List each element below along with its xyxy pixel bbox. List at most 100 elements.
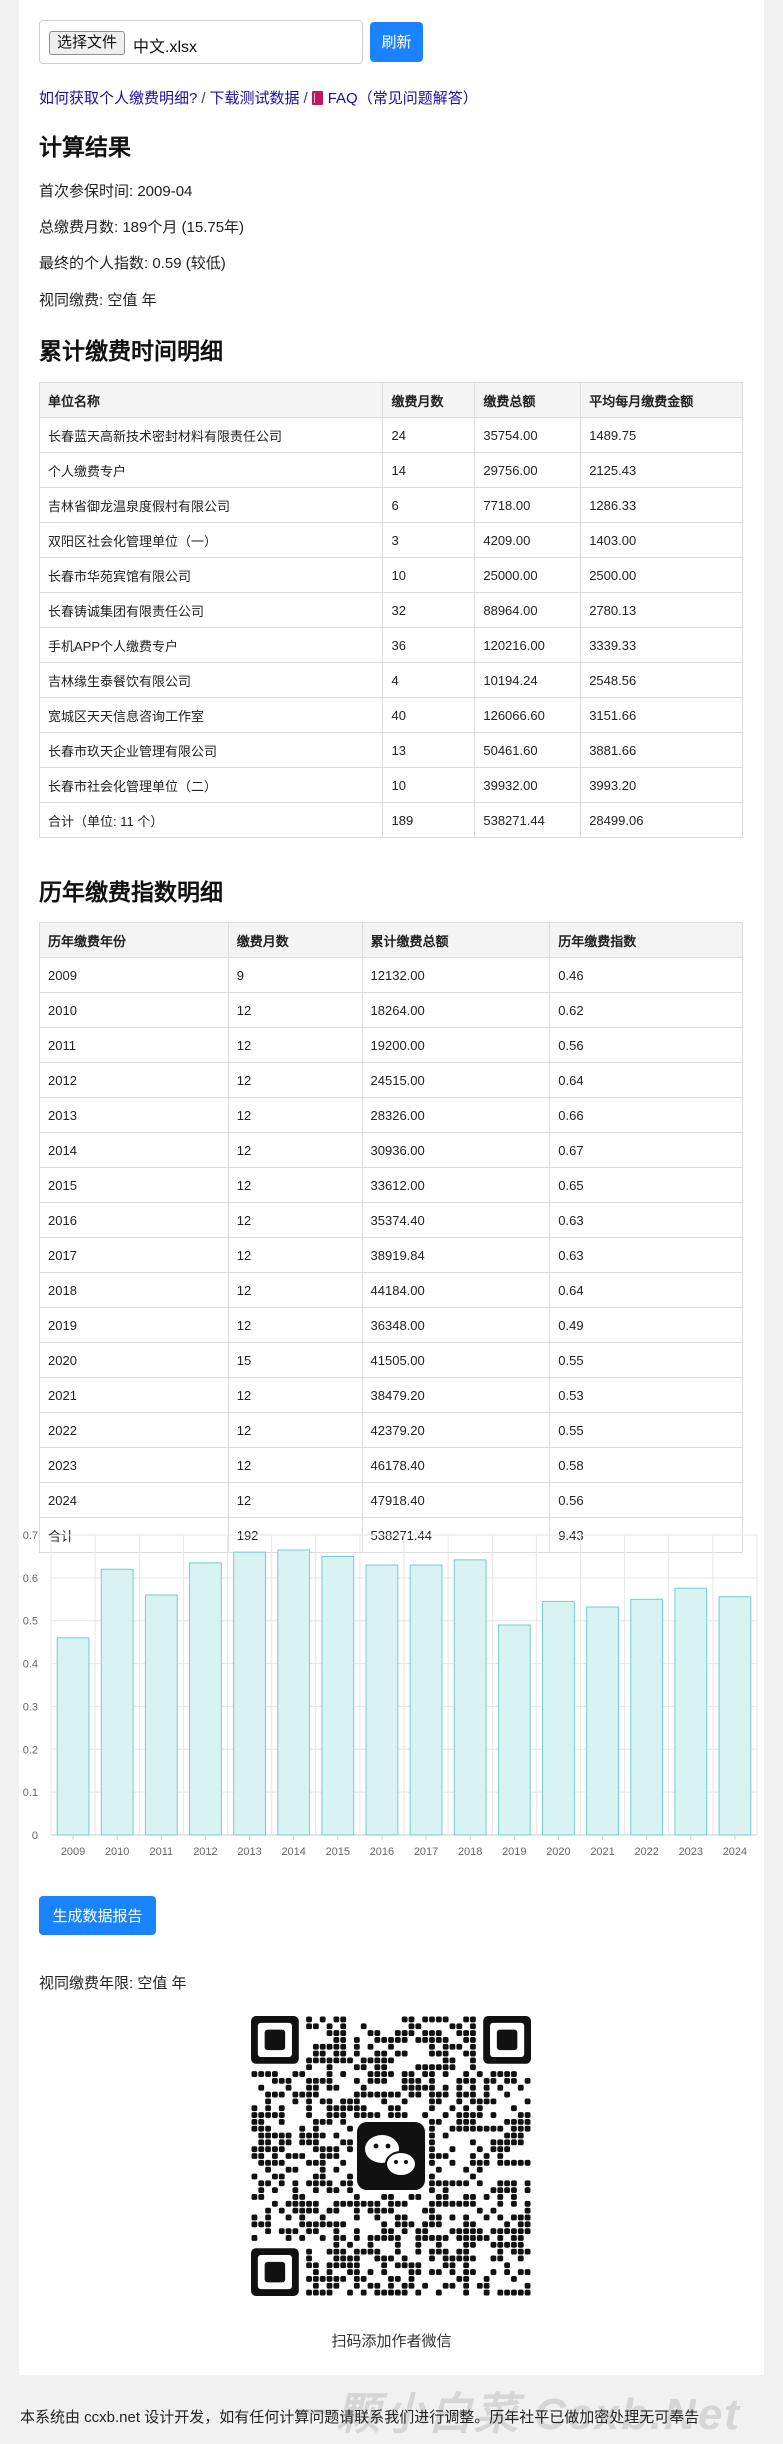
qr-module — [511, 2132, 517, 2139]
generate-report-button[interactable]: 生成数据报告 — [39, 1896, 156, 1935]
qr-module — [483, 2125, 490, 2132]
how-to-link[interactable]: 如何获取个人缴费明细? — [39, 90, 197, 107]
qr-module — [347, 2187, 353, 2194]
qr-module — [470, 2077, 476, 2084]
table-cell: 4 — [382, 662, 476, 698]
qr-module — [394, 2235, 401, 2241]
x-tick-label: 2010 — [105, 1846, 129, 1858]
qr-module — [476, 2180, 483, 2187]
qr-module — [511, 2071, 517, 2077]
qr-module — [415, 2235, 422, 2241]
qr-module — [422, 2036, 429, 2043]
qr-module — [422, 2221, 429, 2228]
qr-module — [278, 2139, 285, 2146]
qr-module — [306, 2159, 312, 2166]
qr-module — [429, 2200, 435, 2207]
qr-module — [258, 2159, 265, 2166]
qr-finder — [264, 2261, 286, 2283]
qr-module — [388, 2105, 394, 2112]
qr-module — [312, 2282, 319, 2289]
qr-module — [524, 2125, 531, 2132]
qr-module — [517, 2132, 524, 2139]
qr-module — [401, 2071, 408, 2077]
qr-module — [299, 2194, 306, 2200]
qr-module — [306, 2207, 312, 2214]
qr-module — [265, 2166, 271, 2173]
qr-module — [435, 2098, 442, 2105]
link-separator: / — [303, 90, 308, 107]
qr-module — [326, 2153, 333, 2159]
qr-module — [374, 2050, 381, 2057]
table-cell: 7718.00 — [474, 487, 582, 523]
qr-module — [299, 2207, 306, 2214]
file-input[interactable]: 选择文件 中文.xlsx — [39, 20, 363, 64]
qr-module — [456, 2248, 463, 2255]
qr-module — [340, 2255, 347, 2262]
qr-module — [429, 2255, 435, 2262]
qr-module — [299, 2139, 306, 2146]
y-tick-label: 0.2 — [23, 1744, 38, 1756]
qr-module — [265, 2132, 271, 2139]
qr-module — [524, 2180, 531, 2187]
qr-module — [278, 2118, 285, 2125]
table-cell: 2011 — [39, 1027, 229, 1063]
column-header: 历年缴费年份 — [39, 922, 229, 958]
qr-module — [353, 2269, 360, 2276]
qr-module — [456, 2255, 463, 2262]
qr-module — [340, 2235, 347, 2241]
qr-module — [511, 2139, 517, 2146]
qr-module — [333, 2207, 340, 2214]
qr-module — [504, 2091, 511, 2098]
refresh-button[interactable]: 刷新 — [370, 22, 423, 62]
qr-module — [429, 2036, 435, 2043]
qr-module — [333, 2105, 340, 2112]
qr-module — [319, 2043, 326, 2050]
qr-module — [449, 2255, 456, 2262]
faq-label: FAQ（常见问题解答） — [327, 90, 478, 107]
qr-module — [388, 2112, 394, 2118]
qr-module — [381, 2057, 388, 2064]
qr-module — [258, 2084, 265, 2091]
qr-module — [497, 2255, 504, 2262]
qr-module — [476, 2282, 483, 2289]
qr-module — [490, 2098, 497, 2105]
qr-module — [442, 2187, 449, 2194]
faq-link[interactable]: FAQ（常见问题解答） — [311, 90, 478, 107]
qr-module — [422, 2282, 429, 2289]
qr-module — [449, 2105, 456, 2112]
qr-module — [415, 2241, 422, 2248]
qr-module — [271, 2187, 278, 2194]
qr-module — [374, 2077, 381, 2084]
qr-module — [381, 2077, 388, 2084]
table-cell: 2016 — [39, 1202, 229, 1238]
qr-module — [442, 2132, 449, 2139]
qr-module — [312, 2132, 319, 2139]
x-tick-label: 2016 — [370, 1846, 394, 1858]
qr-module — [319, 2077, 326, 2084]
qr-module — [456, 2077, 463, 2084]
table-cell: 50461.60 — [474, 732, 582, 768]
download-test-data-link[interactable]: 下载测试数据 — [210, 90, 300, 107]
qr-module — [292, 2194, 299, 2200]
qr-module — [374, 2030, 381, 2036]
qr-module — [340, 2221, 347, 2228]
qr-module — [483, 2289, 490, 2296]
x-tick-label: 2019 — [502, 1846, 526, 1858]
choose-file-button[interactable]: 选择文件 — [49, 31, 126, 55]
qr-module — [347, 2098, 353, 2105]
qr-module — [511, 2077, 517, 2084]
qr-module — [463, 2016, 470, 2023]
y-tick-label: 0.6 — [23, 1573, 38, 1585]
qr-module — [408, 2221, 415, 2228]
qr-module — [442, 2091, 449, 2098]
qr-module — [429, 2221, 435, 2228]
qr-module — [306, 2077, 312, 2084]
qr-module — [463, 2262, 470, 2269]
qr-module — [326, 2077, 333, 2084]
qr-module — [435, 2194, 442, 2200]
table-cell: 120216.00 — [474, 627, 582, 663]
qr-module — [312, 2139, 319, 2146]
qr-module — [278, 2132, 285, 2139]
qr-module — [415, 2084, 422, 2091]
qr-module — [367, 2071, 374, 2077]
